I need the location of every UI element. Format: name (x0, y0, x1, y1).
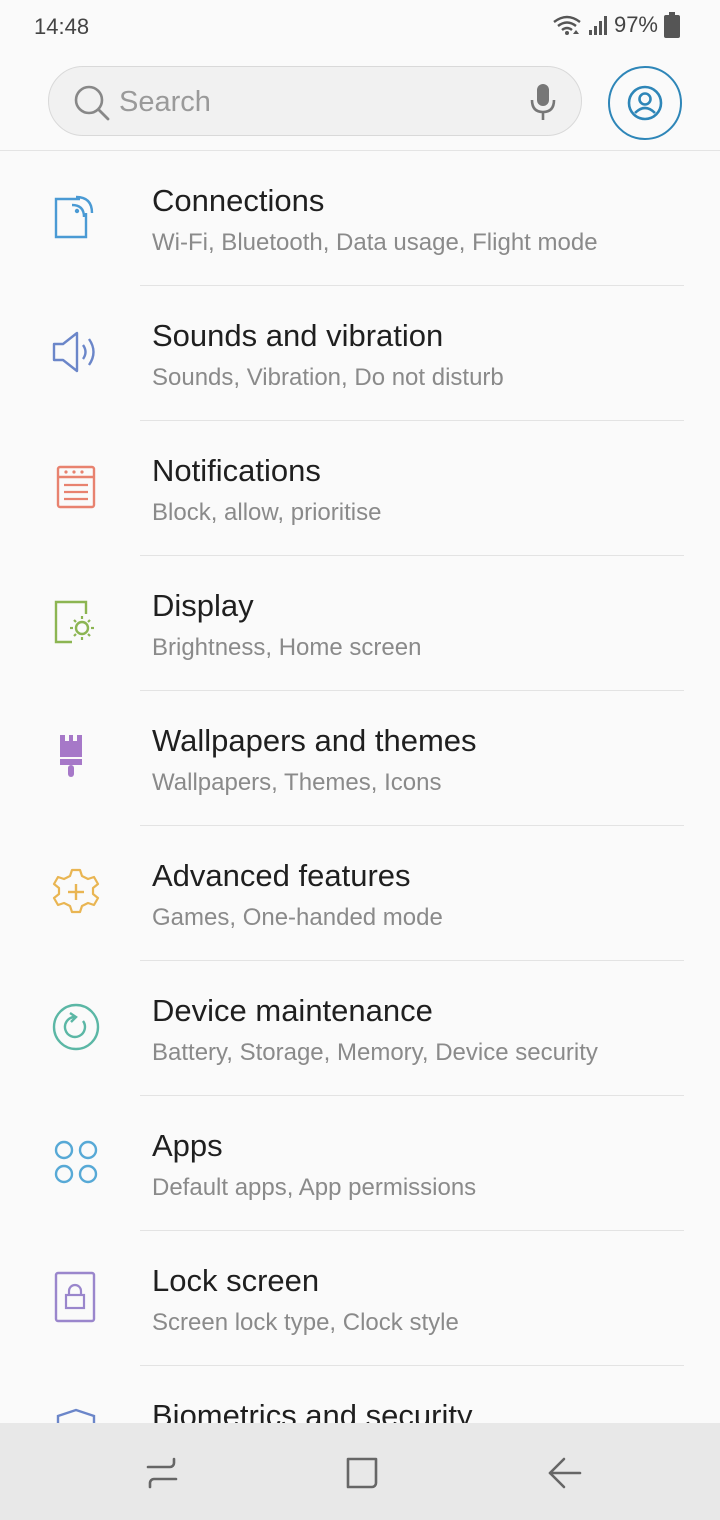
search-row (48, 66, 684, 140)
item-subtitle: Games, One-handed mode (152, 904, 443, 931)
settings-item-connections[interactable]: Connections Wi-Fi, Bluetooth, Data usage… (0, 151, 720, 286)
settings-item-notifications[interactable]: Notifications Block, allow, prioritise (0, 421, 720, 556)
item-title: Sounds and vibration (152, 318, 444, 353)
settings-item-maintenance[interactable]: Device maintenance Battery, Storage, Mem… (0, 961, 720, 1096)
microphone-icon[interactable] (529, 82, 557, 122)
item-title: Wallpapers and themes (152, 723, 477, 758)
search-icon (74, 85, 110, 121)
item-title: Lock screen (152, 1263, 320, 1298)
account-icon (627, 85, 663, 121)
item-subtitle: Wi-Fi, Bluetooth, Data usage, Flight mod… (152, 229, 598, 256)
item-title: Device maintenance (152, 993, 433, 1028)
settings-list: Connections Wi-Fi, Bluetooth, Data usage… (0, 151, 720, 1423)
display-icon (54, 600, 94, 644)
status-bar: 14:48 97% (0, 0, 720, 54)
signal-icon (588, 16, 607, 35)
settings-item-wallpapers[interactable]: Wallpapers and themes Wallpapers, Themes… (0, 691, 720, 826)
battery-icon (664, 12, 680, 38)
speaker-icon (52, 331, 95, 373)
item-title: Display (152, 588, 254, 623)
item-title: Apps (152, 1128, 223, 1163)
battery-percent: 97% (613, 12, 658, 37)
item-title: Advanced features (152, 858, 411, 893)
item-title: Biometrics and security (152, 1398, 473, 1423)
account-button[interactable] (608, 66, 682, 140)
apps-icon (54, 1140, 98, 1184)
gear-plus-icon (52, 868, 100, 914)
item-title: Connections (152, 183, 325, 218)
item-subtitle: Block, allow, prioritise (152, 499, 382, 526)
item-subtitle: Wallpapers, Themes, Icons (152, 769, 442, 796)
lock-icon (54, 1271, 96, 1323)
wifi-icon (553, 15, 581, 35)
item-subtitle: Brightness, Home screen (152, 634, 422, 661)
recent-apps-icon[interactable] (142, 1453, 182, 1493)
item-title: Notifications (152, 453, 321, 488)
brush-icon (60, 735, 82, 777)
home-icon[interactable] (342, 1453, 382, 1493)
settings-item-display[interactable]: Display Brightness, Home screen (0, 556, 720, 691)
item-subtitle: Default apps, App permissions (152, 1174, 477, 1201)
item-subtitle: Battery, Storage, Memory, Device securit… (152, 1039, 598, 1066)
settings-item-sounds[interactable]: Sounds and vibration Sounds, Vibration, … (0, 286, 720, 421)
settings-item-advanced[interactable]: Advanced features Games, One-handed mode (0, 826, 720, 961)
settings-item-apps[interactable]: Apps Default apps, App permissions (0, 1096, 720, 1231)
connections-icon (54, 195, 94, 239)
status-icons: 97% (552, 12, 680, 38)
settings-item-biometrics[interactable]: Biometrics and security (0, 1366, 720, 1423)
search-box[interactable] (48, 66, 582, 136)
back-icon[interactable] (544, 1453, 584, 1493)
settings-item-lock-screen[interactable]: Lock screen Screen lock type, Clock styl… (0, 1231, 720, 1366)
notifications-icon (56, 465, 96, 509)
search-input[interactable] (117, 81, 501, 123)
item-subtitle: Sounds, Vibration, Do not disturb (152, 364, 504, 391)
navigation-bar (0, 1423, 720, 1520)
status-time: 14:48 (34, 14, 90, 39)
maintenance-icon (52, 1003, 100, 1051)
shield-icon (56, 1408, 96, 1423)
item-subtitle: Screen lock type, Clock style (152, 1309, 459, 1336)
